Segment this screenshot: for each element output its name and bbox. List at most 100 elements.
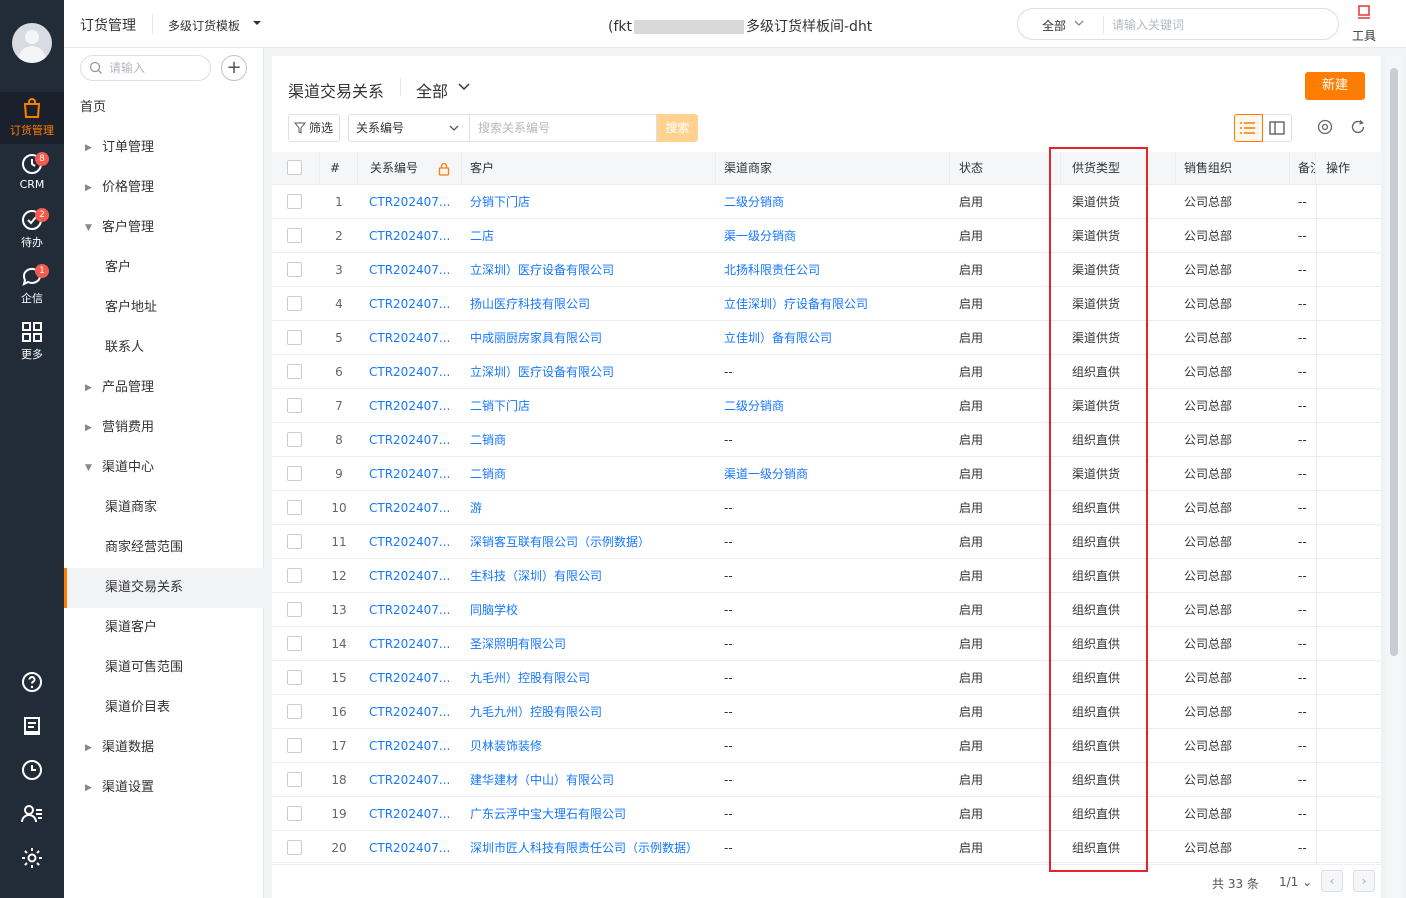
avatar[interactable] bbox=[12, 23, 52, 63]
cell-customer[interactable]: 贝林装饰装修 bbox=[462, 729, 716, 763]
tools-button[interactable]: 工具 bbox=[1344, 4, 1384, 44]
cell-customer[interactable]: 深圳市匠人科技有限责任公司（示例数据） bbox=[462, 831, 716, 865]
list-view-toggle[interactable] bbox=[1234, 114, 1263, 142]
cell-customer[interactable]: 深销客互联有限公司（示例数据） bbox=[462, 525, 716, 559]
nav-group[interactable]: ▶ 渠道数据 bbox=[64, 728, 264, 768]
row-checkbox[interactable] bbox=[287, 806, 302, 821]
nav-group[interactable]: ▶ 订单管理 bbox=[64, 128, 264, 168]
cell-customer[interactable]: 生科技（深圳）有限公司 bbox=[462, 559, 716, 593]
table-row[interactable]: 2 CTR202407... 二店 渠一级分销商 启用 渠道供货 公司总部 -- bbox=[272, 219, 1381, 253]
cell-code[interactable]: CTR202407... bbox=[358, 729, 462, 763]
row-checkbox[interactable] bbox=[287, 568, 302, 583]
row-checkbox[interactable] bbox=[287, 432, 302, 447]
split-view-toggle[interactable] bbox=[1263, 114, 1292, 142]
table-row[interactable]: 6 CTR202407... 立深圳）医疗设备有限公司 -- 启用 组织直供 公司总部 -- bbox=[272, 355, 1381, 389]
cell-code[interactable]: CTR202407... bbox=[358, 219, 462, 253]
nav-item[interactable]: 联系人 bbox=[64, 328, 264, 368]
row-checkbox[interactable] bbox=[287, 772, 302, 787]
add-menu-button[interactable]: + bbox=[221, 55, 247, 81]
nav-item[interactable]: 客户 bbox=[64, 248, 264, 288]
cell-code[interactable]: CTR202407... bbox=[358, 389, 462, 423]
nav-group[interactable]: ▶ 渠道设置 bbox=[64, 768, 264, 808]
scope-filter[interactable]: 全部 bbox=[416, 78, 448, 102]
table-row[interactable]: 18 CTR202407... 建华建材（中山）有限公司 -- 启用 组织直供 公司总部 -- bbox=[272, 763, 1381, 797]
report-icon[interactable] bbox=[20, 714, 44, 738]
row-checkbox[interactable] bbox=[287, 296, 302, 311]
cell-customer[interactable]: 立深圳）医疗设备有限公司 bbox=[462, 355, 716, 389]
table-row[interactable]: 15 CTR202407... 九毛州）控股有限公司 -- 启用 组织直供 公司总部 -- bbox=[272, 661, 1381, 695]
nav-group[interactable]: ▶ 产品管理 bbox=[64, 368, 264, 408]
table-row[interactable]: 19 CTR202407... 广东云浮中宝大理石有限公司 -- 启用 组织直供 公司总部 -… bbox=[272, 797, 1381, 831]
row-checkbox[interactable] bbox=[287, 534, 302, 549]
row-checkbox[interactable] bbox=[287, 262, 302, 277]
cell-customer[interactable]: 同脑学校 bbox=[462, 593, 716, 627]
cell-merchant[interactable]: 二级分销商 bbox=[716, 185, 950, 219]
search-scope-select[interactable]: 全部 bbox=[1042, 17, 1066, 34]
nav-item[interactable]: 客户地址 bbox=[64, 288, 264, 328]
rail-item-crm[interactable]: CRM 8 bbox=[0, 148, 64, 200]
row-checkbox[interactable] bbox=[287, 636, 302, 651]
row-checkbox[interactable] bbox=[287, 840, 302, 855]
new-button[interactable]: 新建 bbox=[1305, 72, 1365, 100]
row-checkbox[interactable] bbox=[287, 330, 302, 345]
gear-icon[interactable] bbox=[20, 846, 44, 870]
table-row[interactable]: 16 CTR202407... 九毛九州）控股有限公司 -- 启用 组织直供 公司总部 -- bbox=[272, 695, 1381, 729]
row-checkbox[interactable] bbox=[287, 670, 302, 685]
header-merchant[interactable]: 渠道商家 bbox=[716, 152, 950, 185]
chevron-down-icon[interactable] bbox=[458, 83, 470, 91]
row-checkbox[interactable] bbox=[287, 398, 302, 413]
header-customer[interactable]: 客户 bbox=[462, 152, 716, 185]
page-select[interactable]: 1/1 ⌄ bbox=[1279, 875, 1312, 889]
search-input[interactable]: 搜索关系编号 bbox=[469, 114, 657, 142]
cell-code[interactable]: CTR202407... bbox=[358, 525, 462, 559]
nav-item[interactable]: 渠道交易关系 bbox=[64, 568, 264, 608]
nav-item[interactable]: 渠道商家 bbox=[64, 488, 264, 528]
nav-item[interactable]: 首页 bbox=[64, 88, 264, 128]
row-checkbox[interactable] bbox=[287, 364, 302, 379]
cell-customer[interactable]: 二店 bbox=[462, 219, 716, 253]
cell-merchant[interactable]: 渠道一级分销商 bbox=[716, 457, 950, 491]
nav-item[interactable]: 渠道价目表 bbox=[64, 688, 264, 728]
table-row[interactable]: 5 CTR202407... 中成丽厨房家具有限公司 立佳圳）备有限公司 启用 渠道供货公… bbox=[272, 321, 1381, 355]
cell-code[interactable]: CTR202407... bbox=[358, 185, 462, 219]
nav-item[interactable]: 渠道可售范围 bbox=[64, 648, 264, 688]
header-code[interactable]: 关系编号 bbox=[358, 152, 462, 185]
nav-group[interactable]: ▶ 营销费用 bbox=[64, 408, 264, 448]
cell-customer[interactable]: 广东云浮中宝大理石有限公司 bbox=[462, 797, 716, 831]
cell-code[interactable]: CTR202407... bbox=[358, 763, 462, 797]
table-row[interactable]: 8 CTR202407... 二销商 -- 启用 组织直供 公司总部 -- bbox=[272, 423, 1381, 457]
cell-code[interactable]: CTR202407... bbox=[358, 559, 462, 593]
cell-code[interactable]: CTR202407... bbox=[358, 661, 462, 695]
clock-icon[interactable] bbox=[20, 758, 44, 782]
table-row[interactable]: 1 CTR202407... 分销下门店 二级分销商 启用 渠道供货 公司总部 -- bbox=[272, 185, 1381, 219]
cell-customer[interactable]: 圣深照明有限公司 bbox=[462, 627, 716, 661]
cell-code[interactable]: CTR202407... bbox=[358, 355, 462, 389]
search-field-select[interactable]: 关系编号 bbox=[348, 114, 469, 142]
cell-code[interactable]: CTR202407... bbox=[358, 695, 462, 729]
table-row[interactable]: 14 CTR202407... 圣深照明有限公司 -- 启用 组织直供 公司总部 -- bbox=[272, 627, 1381, 661]
cell-customer[interactable]: 分销下门店 bbox=[462, 185, 716, 219]
row-checkbox[interactable] bbox=[287, 228, 302, 243]
table-row[interactable]: 9 CTR202407... 二销商 渠道一级分销商 启用 渠道供货 公司总部 -- bbox=[272, 457, 1381, 491]
nav-item[interactable]: 渠道客户 bbox=[64, 608, 264, 648]
cell-customer[interactable]: 二销商 bbox=[462, 457, 716, 491]
cell-code[interactable]: CTR202407... bbox=[358, 287, 462, 321]
help-icon[interactable] bbox=[20, 670, 44, 694]
cell-merchant[interactable]: 北扬科限责任公司 bbox=[716, 253, 950, 287]
row-checkbox[interactable] bbox=[287, 194, 302, 209]
cell-code[interactable]: CTR202407... bbox=[358, 627, 462, 661]
global-search-input[interactable] bbox=[1112, 15, 1312, 35]
caret-down-icon[interactable] bbox=[252, 19, 262, 27]
table-row[interactable]: 17 CTR202407... 贝林装饰装修 -- 启用 组织直供 公司总部 -- bbox=[272, 729, 1381, 763]
table-row[interactable]: 10 CTR202407... 游 -- 启用 组织直供 公司总部 -- bbox=[272, 491, 1381, 525]
cell-customer[interactable]: 扬山医疗科技有限公司 bbox=[462, 287, 716, 321]
nav-item[interactable]: 商家经营范围 bbox=[64, 528, 264, 568]
table-row[interactable]: 3 CTR202407... 立深圳）医疗设备有限公司 北扬科限责任公司 启用 渠道供货公… bbox=[272, 253, 1381, 287]
nav-group[interactable]: ▼ 渠道中心 bbox=[64, 448, 264, 488]
row-checkbox[interactable] bbox=[287, 738, 302, 753]
scrollbar-thumb[interactable] bbox=[1390, 68, 1398, 656]
cell-customer[interactable]: 建华建材（中山）有限公司 bbox=[462, 763, 716, 797]
template-selector[interactable]: 多级订货模板 bbox=[168, 17, 240, 34]
settings-icon[interactable] bbox=[1316, 118, 1334, 136]
row-checkbox[interactable] bbox=[287, 500, 302, 515]
